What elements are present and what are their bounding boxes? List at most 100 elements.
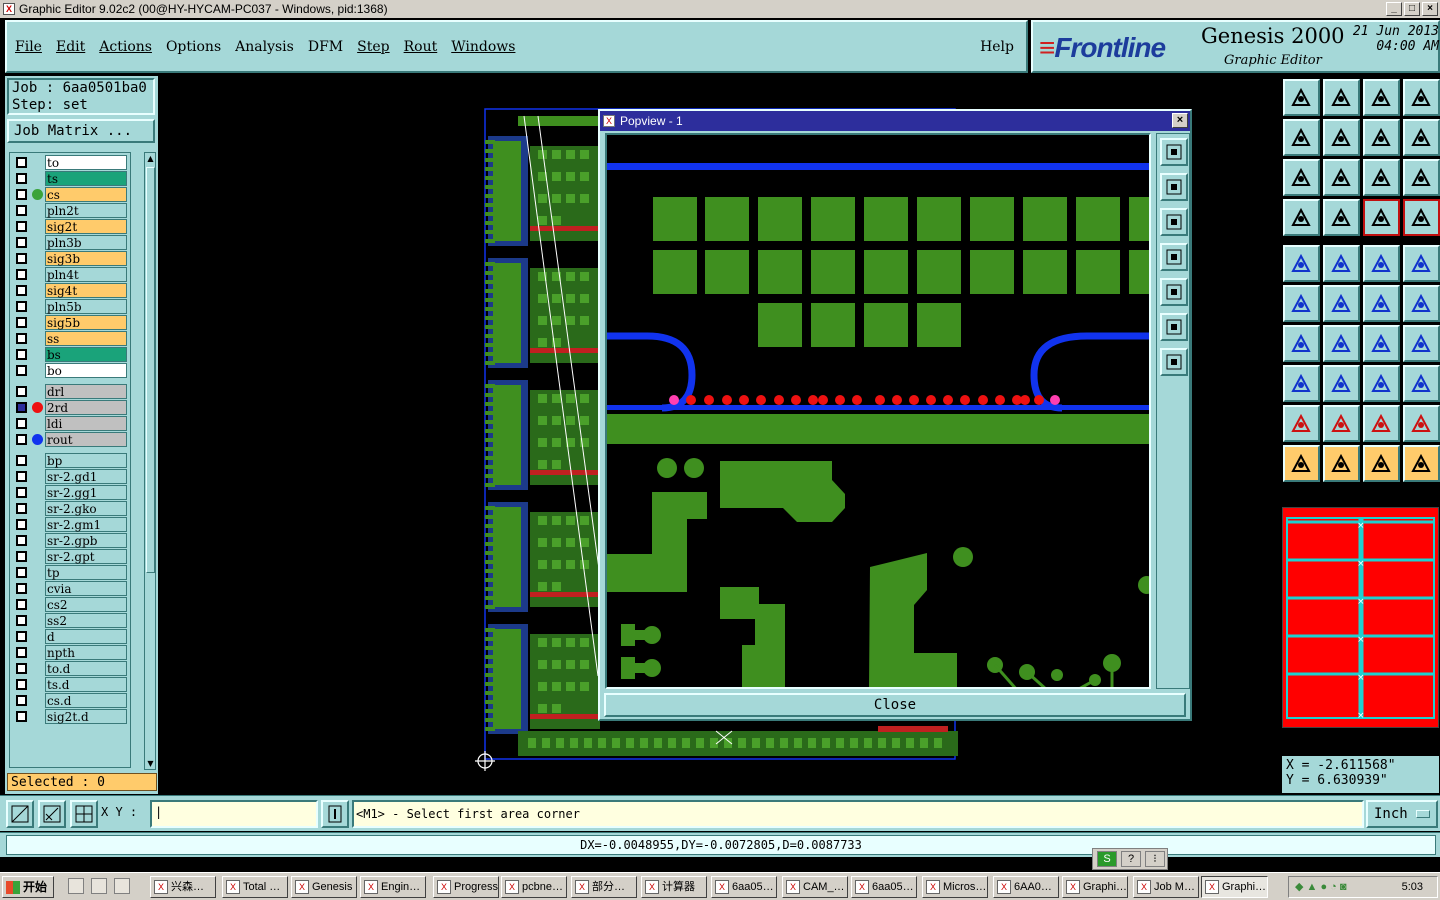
fit-screen-icon[interactable] xyxy=(1283,159,1320,196)
layer-checkbox[interactable] xyxy=(16,434,27,445)
layer-name[interactable]: to xyxy=(45,155,127,170)
popview-close-icon[interactable]: × xyxy=(1172,113,1188,128)
layer-checkbox[interactable] xyxy=(16,631,27,642)
window-icon[interactable] xyxy=(1403,79,1440,116)
bridge-icon[interactable] xyxy=(1403,405,1440,442)
layer-checkbox[interactable] xyxy=(16,333,27,344)
layer-row-cvia[interactable]: cvia xyxy=(10,581,130,596)
menu-windows[interactable]: Windows xyxy=(451,39,515,55)
drill-icon[interactable] xyxy=(1283,245,1320,282)
line-icon[interactable] xyxy=(1323,325,1360,362)
layer-name[interactable]: cs2 xyxy=(45,597,127,612)
layer-checkbox[interactable] xyxy=(16,551,27,562)
layer-row-ts[interactable]: ts xyxy=(10,171,130,186)
layer-checkbox[interactable] xyxy=(16,615,27,626)
layer-row-drl[interactable]: drl xyxy=(10,384,130,399)
layer-name[interactable]: bs xyxy=(45,347,127,362)
delete-icon[interactable] xyxy=(1323,285,1360,322)
layer-row-pln2t[interactable]: pln2t xyxy=(10,203,130,218)
pointer-icon[interactable] xyxy=(1283,445,1320,482)
layer-checkbox[interactable] xyxy=(16,157,27,168)
layer-name[interactable]: ss xyxy=(45,331,127,346)
popview-close-button[interactable]: Close xyxy=(604,693,1186,717)
layer-checkbox[interactable] xyxy=(16,269,27,280)
layer-row-d[interactable]: d xyxy=(10,629,130,644)
layer-checkbox[interactable] xyxy=(16,189,27,200)
layer-row-pln5b[interactable]: pln5b xyxy=(10,299,130,314)
swap-icon[interactable] xyxy=(1363,119,1400,156)
layer-row-sr-2.gko[interactable]: sr-2.gko xyxy=(10,501,130,516)
arch-icon[interactable] xyxy=(1363,405,1400,442)
layer-checkbox[interactable] xyxy=(16,695,27,706)
taskbar-item[interactable]: X Engin… xyxy=(360,876,426,898)
layer-name[interactable]: 2rd xyxy=(45,400,127,415)
taskbar-item[interactable]: X Progress xyxy=(433,876,499,898)
layer-row-sr-2.gpt[interactable]: sr-2.gpt xyxy=(10,549,130,564)
transform-icon[interactable] xyxy=(1403,365,1440,402)
menu-step[interactable]: Step xyxy=(357,39,389,55)
layer-name[interactable]: sr-2.gpt xyxy=(45,549,127,564)
layer-row-pln4t[interactable]: pln4t xyxy=(10,267,130,282)
layer-row-cs2[interactable]: cs2 xyxy=(10,597,130,612)
layer-checkbox[interactable] xyxy=(16,679,27,690)
measure2-icon[interactable] xyxy=(1363,365,1400,402)
route-icon[interactable] xyxy=(1403,445,1440,482)
taskbar-item[interactable]: X 计算器 xyxy=(641,876,707,898)
layer-row-sr-2.gd1[interactable]: sr-2.gd1 xyxy=(10,469,130,484)
layer-name[interactable]: sr-2.gko xyxy=(45,501,127,516)
taskbar-item[interactable]: X CAM_… xyxy=(782,876,848,898)
layer-row-sig2t[interactable]: sig2t xyxy=(10,219,130,234)
layer-name[interactable]: sr-2.gg1 xyxy=(45,485,127,500)
layer-checkbox[interactable] xyxy=(16,221,27,232)
layer-name[interactable]: ts.d xyxy=(45,677,127,692)
move-up-icon[interactable] xyxy=(1160,173,1188,201)
layer-checkbox[interactable] xyxy=(16,418,27,429)
layer-name[interactable]: sr-2.gm1 xyxy=(45,517,127,532)
home-icon[interactable] xyxy=(1363,79,1400,116)
layer-name[interactable]: pln4t xyxy=(45,267,127,282)
layer-row-sig3b[interactable]: sig3b xyxy=(10,251,130,266)
layer-checkbox[interactable] xyxy=(16,402,27,413)
taskbar-item[interactable]: Xpcbne… xyxy=(501,876,567,898)
layer-row-ts.d[interactable]: ts.d xyxy=(10,677,130,692)
ime-help-icon[interactable]: ? xyxy=(1121,851,1141,867)
ime-s-icon[interactable]: S xyxy=(1097,851,1117,867)
layer-row-2rd[interactable]: 2rd xyxy=(10,400,130,415)
layer-checkbox[interactable] xyxy=(16,711,27,722)
layer-name[interactable]: tp xyxy=(45,565,127,580)
layer-checkbox[interactable] xyxy=(16,205,27,216)
layer-name[interactable]: pln3b xyxy=(45,235,127,250)
open-job-icon[interactable] xyxy=(1283,79,1320,116)
layer-row-tp[interactable]: tp xyxy=(10,565,130,580)
layer-checkbox[interactable] xyxy=(16,471,27,482)
connect-icon[interactable] xyxy=(1283,285,1320,322)
arc-icon[interactable] xyxy=(1363,325,1400,362)
show-desktop-icon[interactable] xyxy=(68,878,84,894)
layer-row-sr-2.gg1[interactable]: sr-2.gg1 xyxy=(10,485,130,500)
layer-row-cs.d[interactable]: cs.d xyxy=(10,693,130,708)
minus-icon[interactable] xyxy=(1323,365,1360,402)
taskbar-item[interactable]: X Genesis xyxy=(291,876,357,898)
layer-row-sr-2.gpb[interactable]: sr-2.gpb xyxy=(10,533,130,548)
info-icon[interactable] xyxy=(321,800,349,828)
menu-actions[interactable]: Actions xyxy=(99,39,152,55)
ruler-icon[interactable] xyxy=(1363,245,1400,282)
help-icon[interactable] xyxy=(1403,159,1440,196)
layer-checkbox[interactable] xyxy=(16,583,27,594)
layer-row-npth[interactable]: npth xyxy=(10,645,130,660)
triangle-icon[interactable] xyxy=(1283,405,1320,442)
layer-checkbox[interactable] xyxy=(16,487,27,498)
layer-checkbox[interactable] xyxy=(16,173,27,184)
layer-checkbox[interactable] xyxy=(16,455,27,466)
layer-name[interactable]: cs xyxy=(45,187,127,202)
minimap-overview[interactable]: × × × × × × xyxy=(1282,507,1439,728)
move-right-icon[interactable] xyxy=(1160,278,1188,306)
layer-row-pln3b[interactable]: pln3b xyxy=(10,235,130,250)
menu-file[interactable]: File xyxy=(15,39,42,55)
menu-edit[interactable]: Edit xyxy=(56,39,85,55)
maximize-button[interactable]: □ xyxy=(1404,2,1420,16)
layer-row-sig2t.d[interactable]: sig2t.d xyxy=(10,709,130,724)
zoom-area-icon[interactable] xyxy=(6,800,34,828)
layer-checkbox[interactable] xyxy=(16,253,27,264)
move-down-icon[interactable] xyxy=(1160,208,1188,236)
